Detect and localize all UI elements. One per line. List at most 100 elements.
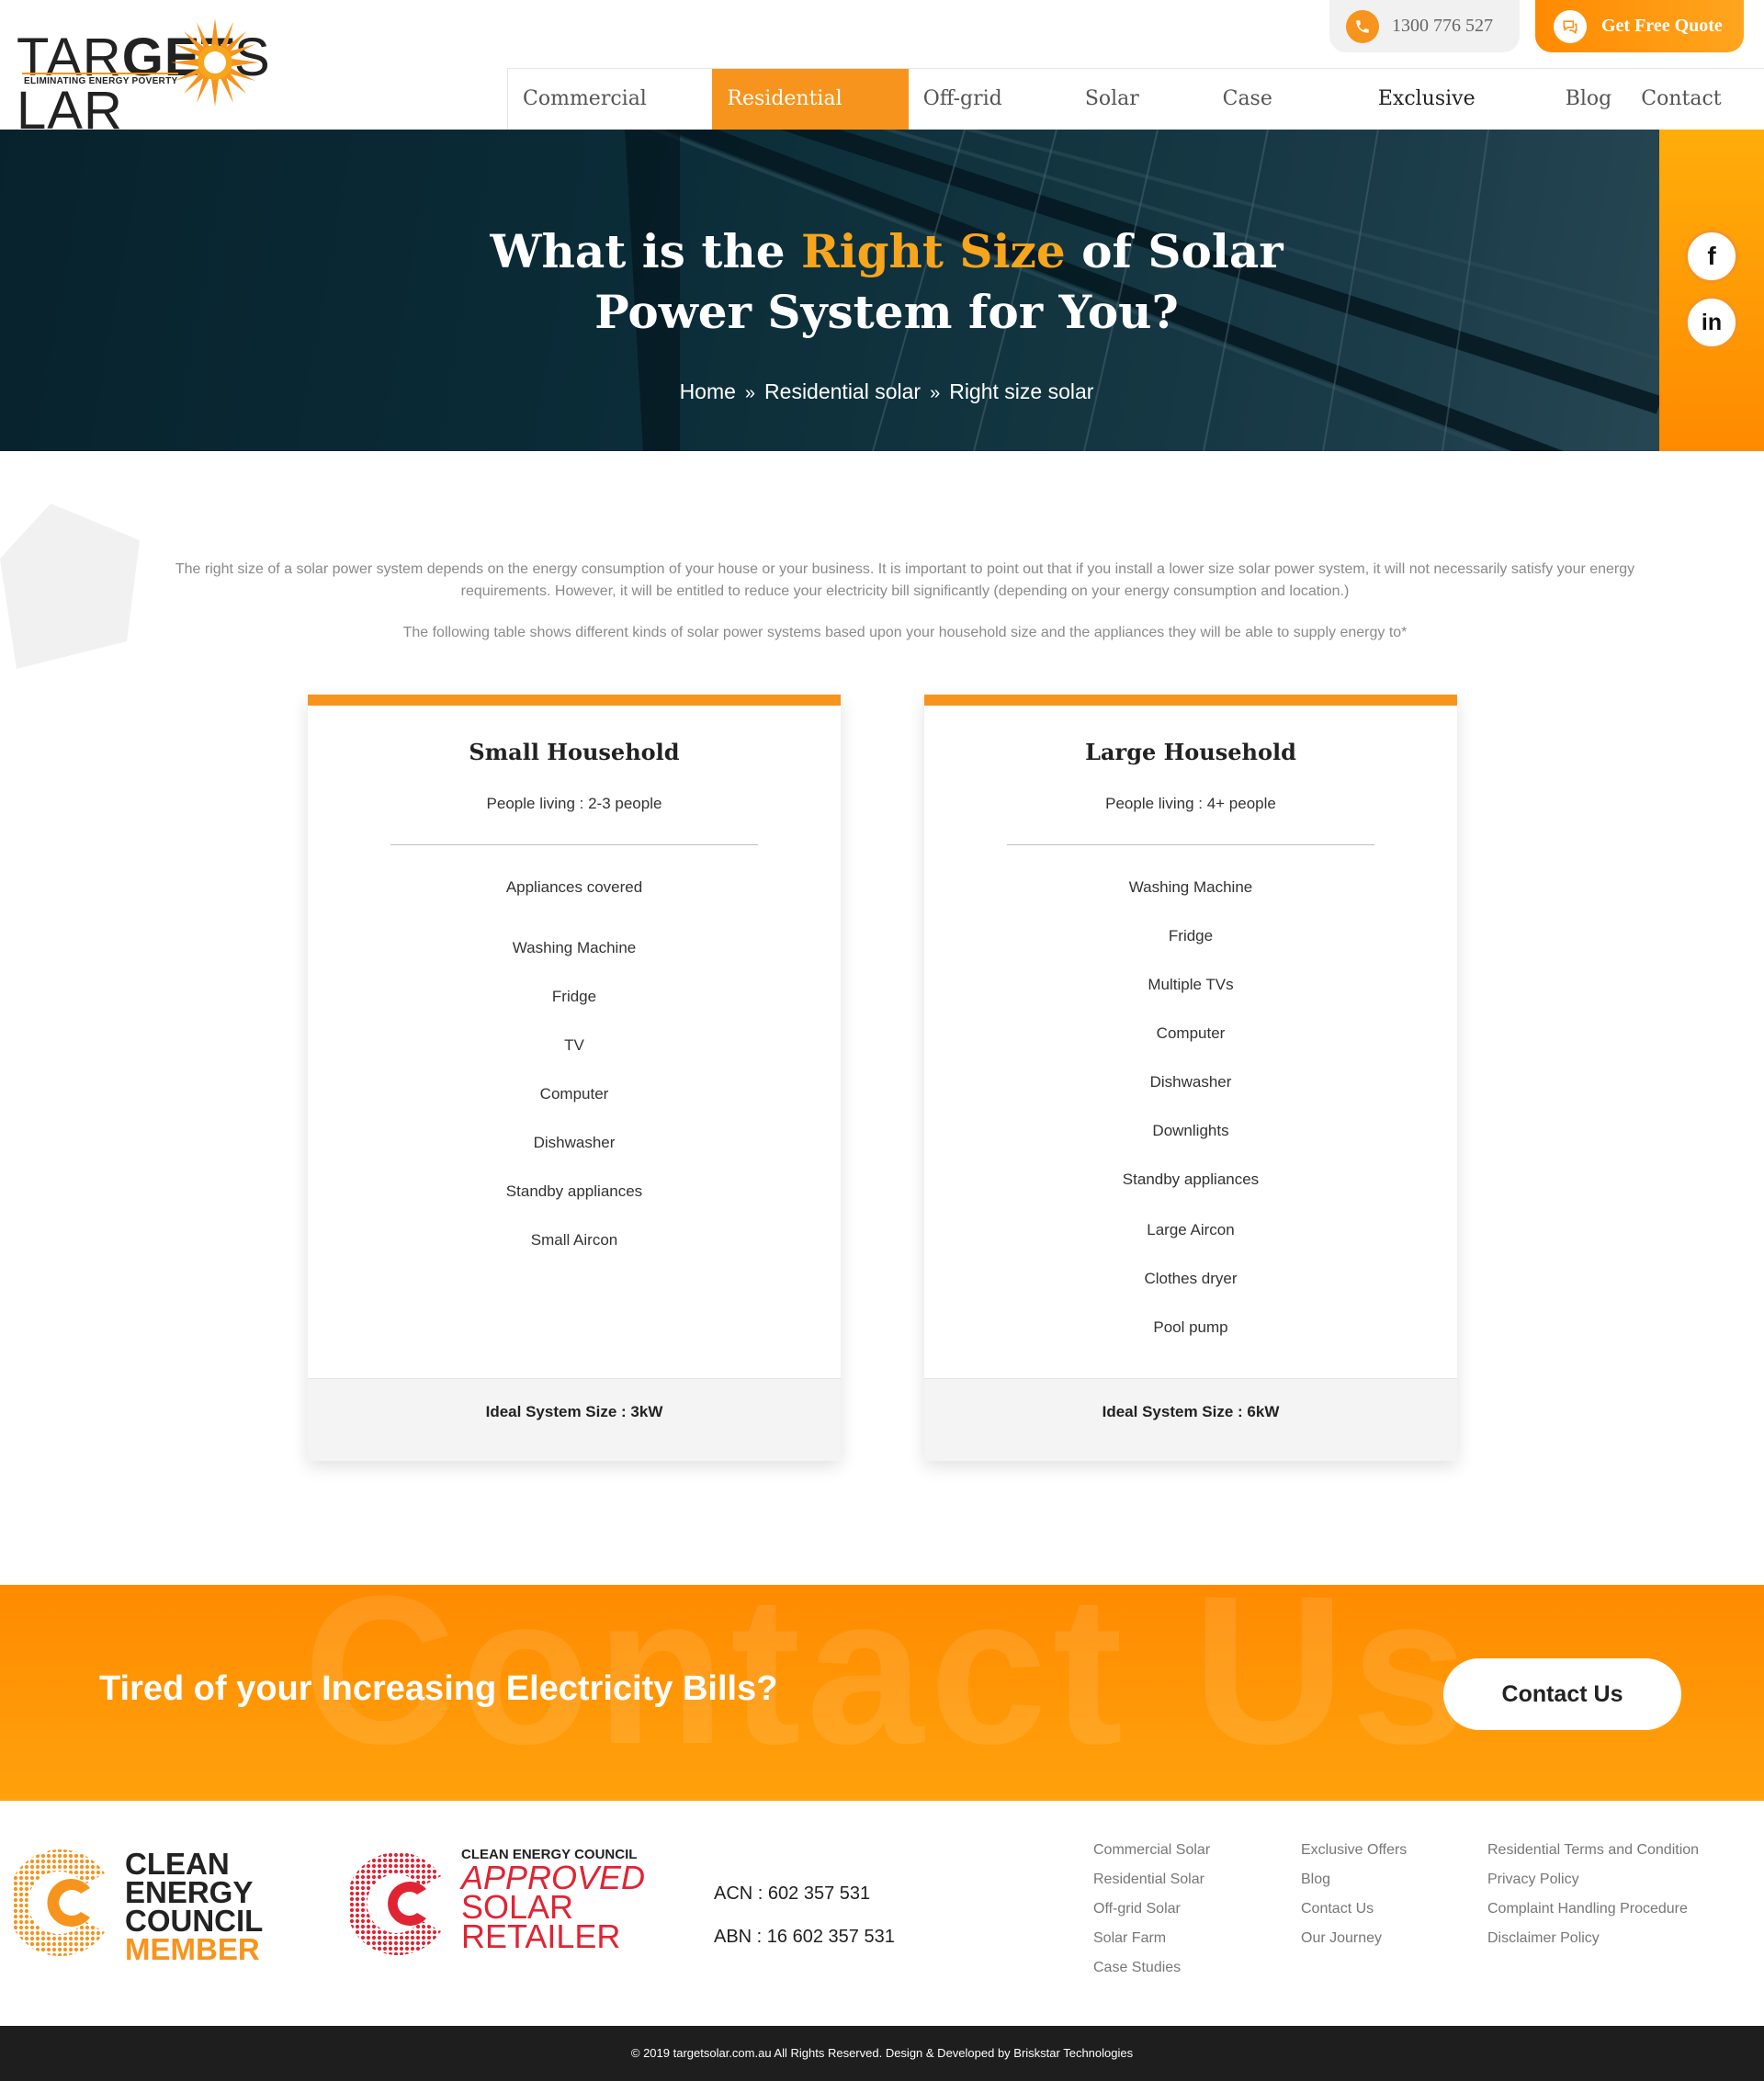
approved-solar-retailer-logo: CLEAN ENERGY COUNCIL APPROVED SOLAR RETA…	[349, 1847, 662, 1966]
card-accent-bar	[924, 695, 1457, 706]
cta-heading: Tired of your Increasing Electricity Bil…	[99, 1669, 778, 1708]
footer-links-services: Commercial Solar Residential Solar Off-g…	[1093, 1836, 1210, 1983]
cec-approved-c-icon	[349, 1852, 441, 1955]
copyright-bar: © 2019 targetsolar.com.au All Rights Res…	[0, 2026, 1764, 2081]
footer-link-commercial-solar[interactable]: Commercial Solar	[1093, 1836, 1210, 1865]
hero-banner: What is the Right Size of Solar Power Sy…	[0, 130, 1659, 451]
list-item: Small Aircon	[530, 1231, 618, 1249]
nav-solar-farm[interactable]: Solar Farm	[1070, 69, 1208, 171]
appliance-list: Appliances covered Washing Machine Fridg…	[308, 878, 841, 1250]
footer-link-solar-farm[interactable]: Solar Farm	[1093, 1924, 1210, 1953]
footer-link-case-studies[interactable]: Case Studies	[1093, 1953, 1210, 1983]
footer-links-legal: Residential Terms and Condition Privacy …	[1487, 1836, 1699, 1953]
decorative-pentagon	[0, 503, 140, 669]
list-item: Computer	[539, 1085, 609, 1103]
list-item: Multiple TVs	[1148, 976, 1234, 993]
cta-band: Contact Us Tired of your Increasing Elec…	[0, 1585, 1764, 1801]
people-living: People living : 2-3 people	[486, 795, 662, 812]
list-item: Fridge	[1168, 927, 1214, 944]
footer-link-off-grid-solar[interactable]: Off-grid Solar	[1093, 1894, 1210, 1924]
list-item: Washing Machine	[1128, 878, 1253, 896]
ideal-system-size: Ideal System Size : 6kW	[924, 1378, 1457, 1461]
list-item: Pool pump	[1153, 1318, 1228, 1336]
footer-links-company: Exclusive Offers Blog Contact Us Our Jou…	[1301, 1836, 1407, 1953]
nav-off-grid-solar[interactable]: Off-grid Solar	[909, 69, 1070, 171]
large-household-card: Large Household People living : 4+ peopl…	[924, 695, 1457, 1461]
footer-link-residential-solar[interactable]: Residential Solar	[1093, 1865, 1210, 1894]
list-item: Downlights	[1152, 1122, 1229, 1139]
contact-us-button[interactable]: Contact Us	[1443, 1658, 1681, 1730]
breadcrumb: Home » Residential solar » Right size solar	[0, 379, 1659, 404]
breadcrumb-residential-solar[interactable]: Residential solar	[764, 379, 921, 403]
logo-underline	[22, 73, 178, 74]
footer-link-residential-terms[interactable]: Residential Terms and Condition	[1487, 1836, 1699, 1865]
cec-c-icon	[13, 1849, 105, 1956]
social-sidebar	[1659, 130, 1764, 451]
phone-number: 1300 776 527	[1392, 16, 1493, 36]
people-living: People living : 4+ people	[1105, 795, 1276, 812]
badge-line: COUNCIL	[125, 1904, 264, 1938]
site-footer: CLEAN ENERGY COUNCIL MEMBER CLEAN ENERGY…	[0, 1801, 1764, 2026]
list-item: Fridge	[551, 988, 597, 1005]
list-item: Dishwasher	[1149, 1073, 1232, 1091]
title-highlight: Right Size	[801, 224, 1066, 278]
title-part-2: of Solar	[1065, 224, 1283, 278]
breadcrumb-current: Right size solar	[949, 379, 1094, 403]
chat-icon	[1554, 9, 1587, 43]
appliances-heading: Appliances covered	[505, 878, 643, 896]
footer-link-our-journey[interactable]: Our Journey	[1301, 1924, 1407, 1953]
footer-link-disclaimer-policy[interactable]: Disclaimer Policy	[1487, 1924, 1699, 1953]
footer-link-exclusive-offers[interactable]: Exclusive Offers	[1301, 1836, 1407, 1865]
page-title: What is the Right Size of Solar Power Sy…	[0, 221, 1659, 343]
logo-tagline: ELIMINATING ENERGY POVERTY	[24, 76, 178, 86]
breadcrumb-home[interactable]: Home	[680, 379, 736, 403]
list-item: Dishwasher	[533, 1134, 616, 1151]
nav-commercial-solar[interactable]: Commercial Solar	[508, 69, 712, 171]
facebook-icon[interactable]: f	[1685, 230, 1738, 283]
nav-case-studies[interactable]: Case Studies	[1208, 69, 1363, 171]
list-item: TV	[564, 1036, 584, 1054]
card-accent-bar	[308, 695, 841, 706]
sun-logo-icon	[171, 18, 259, 107]
list-item: Standby appliances	[1122, 1171, 1260, 1188]
intro-paragraph: The right size of a solar power system d…	[175, 561, 1635, 599]
get-free-quote-button[interactable]: Get Free Quote	[1535, 0, 1744, 52]
nav-contact-us[interactable]: Contact Us	[1626, 69, 1764, 171]
site-header: TARGETSLAR ELIMINATING ENERGY POVERTY 13…	[0, 0, 1764, 171]
small-household-card: Small Household People living : 2-3 peop…	[308, 695, 841, 1461]
list-item: Washing Machine	[512, 939, 637, 956]
card-title: Small Household	[469, 739, 680, 765]
main-nav: Commercial Solar Residential Solar Off-g…	[507, 68, 1764, 171]
footer-link-privacy-policy[interactable]: Privacy Policy	[1487, 1865, 1699, 1894]
quote-label: Get Free Quote	[1601, 16, 1723, 36]
clean-energy-council-member-logo: CLEAN ENERGY COUNCIL MEMBER	[13, 1842, 288, 1980]
badge-line: CLEAN	[125, 1847, 230, 1881]
ideal-system-size: Ideal System Size : 3kW	[308, 1378, 841, 1461]
linkedin-icon[interactable]: in	[1685, 296, 1738, 349]
footer-link-blog[interactable]: Blog	[1301, 1865, 1407, 1894]
site-logo[interactable]: TARGETSLAR ELIMINATING ENERGY POVERTY	[17, 18, 347, 138]
list-item: Computer	[1156, 1024, 1226, 1042]
badge-line: ENERGY	[125, 1875, 254, 1909]
breadcrumb-separator-icon: »	[930, 383, 941, 403]
badge-line: RETAILER	[461, 1917, 621, 1955]
nav-exclusive-offers[interactable]: Exclusive Offers	[1363, 69, 1551, 171]
phone-contact[interactable]: 1300 776 527	[1329, 0, 1520, 52]
phone-icon	[1346, 9, 1379, 43]
acn-number: ACN : 602 357 531	[714, 1883, 871, 1904]
card-divider	[390, 844, 758, 845]
footer-link-complaint-handling[interactable]: Complaint Handling Procedure	[1487, 1894, 1699, 1924]
list-item: Standby appliances	[505, 1182, 643, 1200]
footer-link-contact-us[interactable]: Contact Us	[1301, 1894, 1407, 1924]
nav-residential-solar[interactable]: Residential Solar	[712, 69, 909, 171]
title-part-1: What is the	[490, 224, 802, 278]
list-item: Large Aircon	[1147, 1221, 1235, 1238]
breadcrumb-separator-icon: »	[744, 383, 756, 403]
card-title: Large Household	[1085, 739, 1296, 765]
nav-blog[interactable]: Blog	[1551, 69, 1627, 130]
title-line-2: Power System for You?	[594, 285, 1179, 339]
card-divider	[1007, 844, 1374, 845]
table-intro: The following table shows different kind…	[402, 625, 1408, 640]
badge-line: MEMBER	[125, 1932, 260, 1966]
abn-number: ABN : 16 602 357 531	[714, 1927, 895, 1947]
